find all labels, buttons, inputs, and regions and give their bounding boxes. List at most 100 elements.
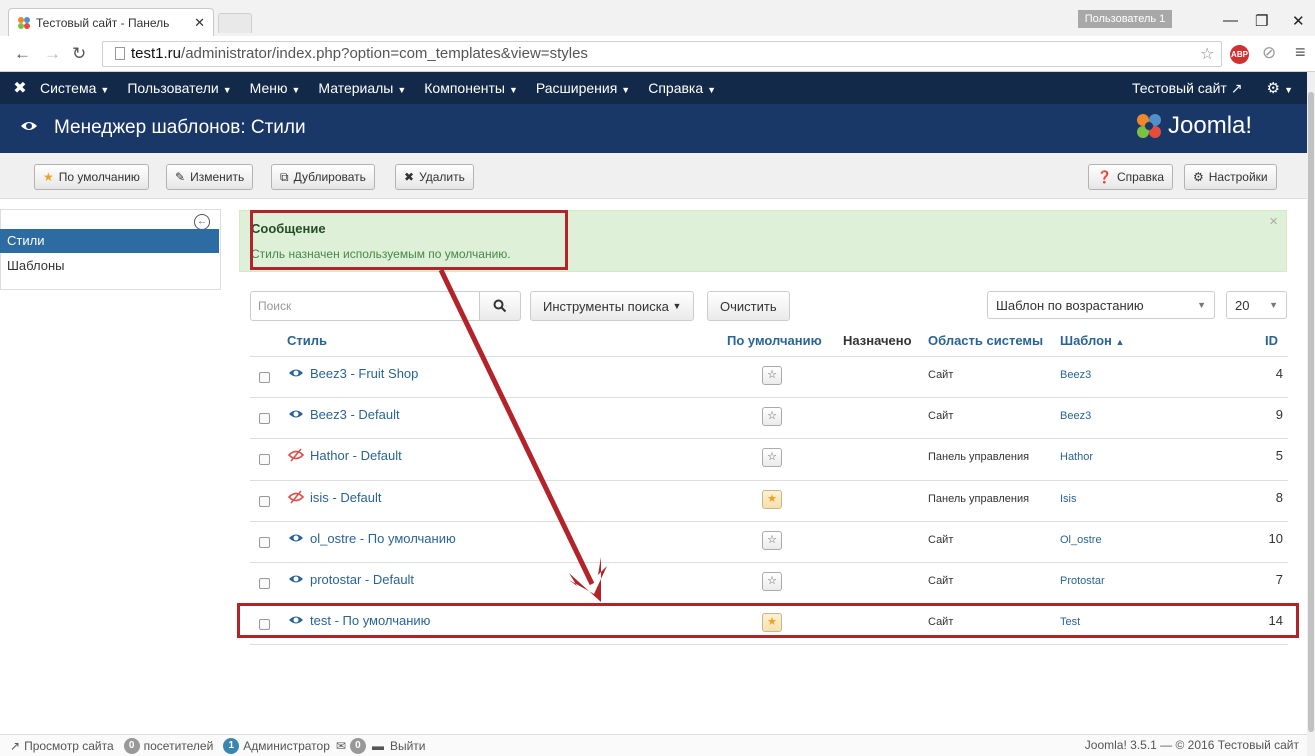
row-checkbox[interactable] bbox=[259, 372, 270, 383]
search-input[interactable]: Поиск bbox=[250, 291, 480, 321]
template-link[interactable]: Isis bbox=[1060, 493, 1077, 505]
edit-button[interactable]: ✎ Изменить bbox=[166, 164, 254, 190]
menu-extensions[interactable]: Расширения ▼ bbox=[536, 80, 630, 96]
delete-button[interactable]: ✖ Удалить bbox=[395, 164, 474, 190]
limit-select[interactable]: 20 ▼ bbox=[1226, 291, 1287, 319]
client-area: Сайт bbox=[928, 575, 954, 587]
style-name-link[interactable]: isis - Default bbox=[310, 490, 382, 505]
restore-icon[interactable]: ❐ bbox=[1255, 12, 1268, 30]
bookmark-star-icon[interactable]: ☆ bbox=[1200, 44, 1214, 64]
row-id: 9 bbox=[1275, 407, 1283, 422]
page-title: Менеджер шаблонов: Стили bbox=[54, 117, 306, 138]
close-window-icon[interactable]: ✕ bbox=[1292, 12, 1305, 30]
new-tab-button[interactable] bbox=[218, 13, 252, 33]
visitors-badge: 0 bbox=[123, 737, 140, 754]
site-link[interactable]: Тестовый сайт ↗ bbox=[1132, 80, 1242, 97]
action-toolbar: ★ По умолчанию ✎ Изменить ⧉ Дублировать ✖ Уд… bbox=[0, 153, 1307, 199]
row-id: 5 bbox=[1275, 448, 1283, 463]
extension-icon[interactable]: ⊘ bbox=[1262, 43, 1276, 63]
browser-tab[interactable]: Тестовый сайт - Панель ✕ bbox=[8, 8, 214, 36]
style-name-link[interactable]: Beez3 - Default bbox=[310, 407, 400, 422]
profile-badge[interactable]: Пользователь 1 bbox=[1078, 10, 1172, 28]
caret-down-icon: ▼ bbox=[621, 85, 631, 95]
style-name-link[interactable]: protostar - Default bbox=[310, 572, 414, 587]
template-link[interactable]: Protostar bbox=[1060, 575, 1105, 587]
caret-down-icon: ▼ bbox=[707, 85, 717, 95]
make-default-button[interactable]: ★ По умолчанию bbox=[34, 164, 149, 190]
adblock-icon[interactable]: ABP bbox=[1230, 45, 1249, 64]
menu-system[interactable]: Система ▼ bbox=[40, 80, 109, 96]
row-checkbox[interactable] bbox=[259, 537, 270, 548]
default-star-button[interactable]: ☆ bbox=[762, 407, 782, 426]
menu-components[interactable]: Компоненты ▼ bbox=[424, 80, 518, 96]
menu-menus[interactable]: Меню ▼ bbox=[250, 80, 301, 96]
menu-content[interactable]: Материалы ▼ bbox=[318, 80, 406, 96]
caret-down-icon: ▼ bbox=[291, 85, 301, 95]
gear-icon[interactable]: ⚙ ▼ bbox=[1266, 79, 1293, 97]
template-link[interactable]: Ol_ostre bbox=[1060, 534, 1102, 546]
joomla-brand: Joomla! bbox=[1134, 112, 1252, 140]
highlight-box-message bbox=[250, 210, 568, 270]
chevron-down-icon: ▼ bbox=[1269, 300, 1278, 310]
joomla-favicon-icon bbox=[18, 16, 30, 29]
column-header-client[interactable]: Область системы bbox=[928, 333, 1043, 348]
sort-asc-icon: ▲ bbox=[1115, 337, 1125, 347]
template-link[interactable]: Beez3 bbox=[1060, 410, 1091, 422]
scrollbar-thumb[interactable] bbox=[1308, 92, 1314, 732]
style-name-link[interactable]: ol_ostre - По умолчанию bbox=[310, 531, 456, 546]
row-checkbox[interactable] bbox=[259, 413, 270, 424]
sidebar-toggle-icon[interactable]: ← bbox=[194, 214, 210, 230]
external-link-icon: ↗ bbox=[10, 738, 21, 753]
joomla-logo-icon[interactable]: ✖ bbox=[0, 78, 40, 98]
style-name-link[interactable]: Beez3 - Fruit Shop bbox=[310, 366, 418, 381]
client-area: Сайт bbox=[928, 410, 954, 422]
logout-link[interactable]: Выйти bbox=[390, 739, 426, 753]
joomla-logo-icon bbox=[1137, 114, 1161, 138]
column-header-id[interactable]: ID bbox=[1265, 333, 1278, 348]
sidebar-item-templates[interactable]: Шаблоны bbox=[0, 254, 219, 278]
row-checkbox[interactable] bbox=[259, 496, 270, 507]
reload-icon[interactable]: ↻ bbox=[72, 44, 86, 64]
default-star-button[interactable]: ☆ bbox=[762, 448, 782, 467]
eye-icon bbox=[289, 369, 303, 377]
default-star-button[interactable]: ☆ bbox=[762, 366, 782, 385]
sort-select[interactable]: Шаблон по возрастанию ▼ bbox=[987, 291, 1215, 319]
table-row: ol_ostre - По умолчанию ☆ Сайт Ol_ostre 10 bbox=[250, 521, 1288, 562]
minimize-icon[interactable]: — bbox=[1223, 12, 1238, 29]
menu-users[interactable]: Пользователи ▼ bbox=[127, 80, 231, 96]
tab-title: Тестовый сайт - Панель bbox=[36, 15, 170, 30]
page-scrollbar[interactable] bbox=[1307, 72, 1315, 756]
menu-help[interactable]: Справка ▼ bbox=[648, 80, 716, 96]
client-area: Сайт bbox=[928, 534, 954, 546]
style-name-link[interactable]: Hathor - Default bbox=[310, 448, 402, 463]
search-button[interactable] bbox=[479, 291, 521, 321]
default-star-button[interactable]: ★ bbox=[762, 490, 782, 509]
tab-close-icon[interactable]: ✕ bbox=[194, 15, 205, 31]
help-button[interactable]: ❓ Справка bbox=[1088, 164, 1174, 190]
column-header-style[interactable]: Стиль bbox=[287, 333, 327, 348]
default-star-button[interactable]: ☆ bbox=[762, 531, 782, 550]
client-area: Панель управления bbox=[928, 451, 1030, 463]
url-field[interactable]: test1.ru/administrator/index.php?option=… bbox=[102, 41, 1222, 67]
forward-icon[interactable]: → bbox=[44, 44, 61, 64]
options-button[interactable]: ⚙ Настройки bbox=[1184, 164, 1277, 190]
default-star-button[interactable]: ☆ bbox=[762, 572, 782, 591]
back-icon[interactable]: ← bbox=[14, 44, 31, 64]
envelope-icon[interactable]: ✉ bbox=[336, 739, 346, 753]
caret-down-icon: ▼ bbox=[222, 85, 232, 95]
duplicate-button[interactable]: ⧉ Дублировать bbox=[271, 164, 375, 190]
template-link[interactable]: Beez3 bbox=[1060, 369, 1091, 381]
browser-tab-bar: Тестовый сайт - Панель ✕ Пользователь 1 … bbox=[0, 0, 1315, 36]
clear-button[interactable]: Очистить bbox=[707, 291, 790, 321]
sidebar-item-styles[interactable]: Стили bbox=[0, 229, 219, 253]
column-header-template[interactable]: Шаблон ▲ bbox=[1060, 333, 1124, 348]
column-header-default[interactable]: По умолчанию bbox=[727, 333, 822, 348]
view-site-link[interactable]: Просмотр сайта bbox=[24, 739, 114, 753]
external-link-icon: ↗ bbox=[1230, 79, 1243, 96]
close-icon[interactable]: × bbox=[1269, 213, 1278, 230]
row-checkbox[interactable] bbox=[259, 454, 270, 465]
row-checkbox[interactable] bbox=[259, 578, 270, 589]
browser-menu-icon[interactable]: ≡ bbox=[1295, 42, 1306, 63]
template-link[interactable]: Hathor bbox=[1060, 451, 1093, 463]
search-tools-button[interactable]: Инструменты поиска ▼ bbox=[530, 291, 695, 321]
